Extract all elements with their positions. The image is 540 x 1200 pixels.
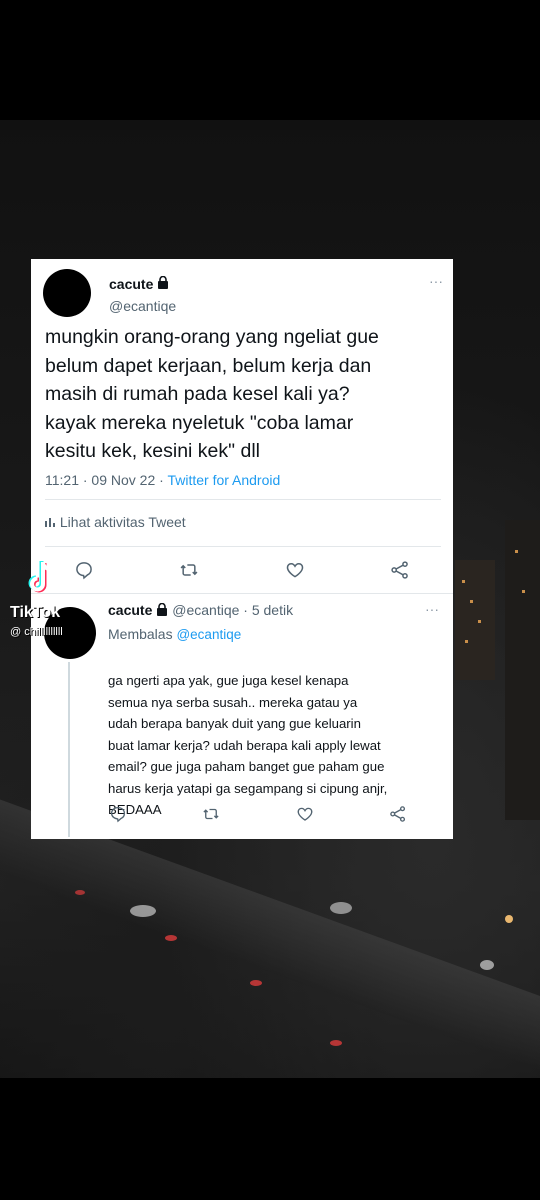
city-light <box>462 580 465 583</box>
car-light <box>250 980 262 986</box>
tweet-source[interactable]: Twitter for Android <box>167 472 280 488</box>
tweet-text: mungkin orang-orang yang ngeliat gue bel… <box>45 326 379 462</box>
lock-icon <box>156 603 168 619</box>
city-light <box>522 590 525 593</box>
city-light <box>470 600 473 603</box>
tweet-meta: 11:21 · 09 Nov 22 · Twitter for Android <box>45 472 280 488</box>
more-icon[interactable]: ··· <box>425 601 439 617</box>
background-building <box>455 560 495 680</box>
car-light <box>165 935 177 941</box>
activity-label: Lihat aktivitas Tweet <box>59 514 186 530</box>
display-name[interactable]: cacute <box>109 276 153 292</box>
tweet-author[interactable]: cacute @ecantiqe <box>109 275 176 314</box>
like-icon[interactable] <box>295 804 315 824</box>
city-light <box>478 620 481 623</box>
view-activity-link[interactable]: Lihat aktivitas Tweet <box>45 514 186 530</box>
city-light <box>465 640 468 643</box>
background-building <box>505 520 540 820</box>
divider <box>45 499 441 500</box>
bar-chart-icon <box>45 514 56 530</box>
car-light <box>330 1040 342 1046</box>
reply-handle-time: @ecantiqe · 5 detik <box>172 602 294 618</box>
retweet-icon[interactable] <box>179 560 199 580</box>
reply-author[interactable]: cacute @ecantiqe · 5 detik <box>108 602 293 619</box>
avatar[interactable] <box>43 269 91 317</box>
reply-display-name[interactable]: cacute <box>108 602 152 618</box>
retweet-icon[interactable] <box>201 804 221 824</box>
car-light <box>480 960 494 970</box>
handle[interactable]: @ecantiqe <box>109 298 176 314</box>
tweet-card[interactable]: cacute @ecantiqe ··· mungkin orang-orang… <box>31 259 453 547</box>
reply-icon[interactable] <box>108 804 128 824</box>
street-light <box>505 915 513 923</box>
share-icon[interactable] <box>388 804 408 824</box>
tiktok-logo-icon <box>26 560 58 603</box>
tweet-time: 11:21 · 09 Nov 22 · <box>45 472 168 488</box>
share-icon[interactable] <box>390 560 410 580</box>
tiktok-username: @ chillllllllll <box>10 626 63 638</box>
reply-text: ga ngerti apa yak, gue juga kesel kenapa… <box>108 673 388 817</box>
city-light <box>515 550 518 553</box>
tiktok-brand: TikTok <box>10 604 61 621</box>
thread-line <box>68 662 70 837</box>
reply-icon[interactable] <box>74 560 94 580</box>
replying-prefix: Membalas <box>108 626 177 642</box>
car-light <box>130 905 156 917</box>
car-light <box>330 902 352 914</box>
replying-to: Membalas @ecantiqe <box>108 626 241 642</box>
lock-icon <box>157 275 169 294</box>
like-icon[interactable] <box>285 560 305 580</box>
more-icon[interactable]: ··· <box>429 273 443 289</box>
car-light <box>75 890 85 895</box>
replying-to-handle[interactable]: @ecantiqe <box>176 627 241 642</box>
tweet-actions <box>31 547 453 594</box>
reply-card[interactable]: cacute @ecantiqe · 5 detik ··· Membalas … <box>31 594 453 839</box>
